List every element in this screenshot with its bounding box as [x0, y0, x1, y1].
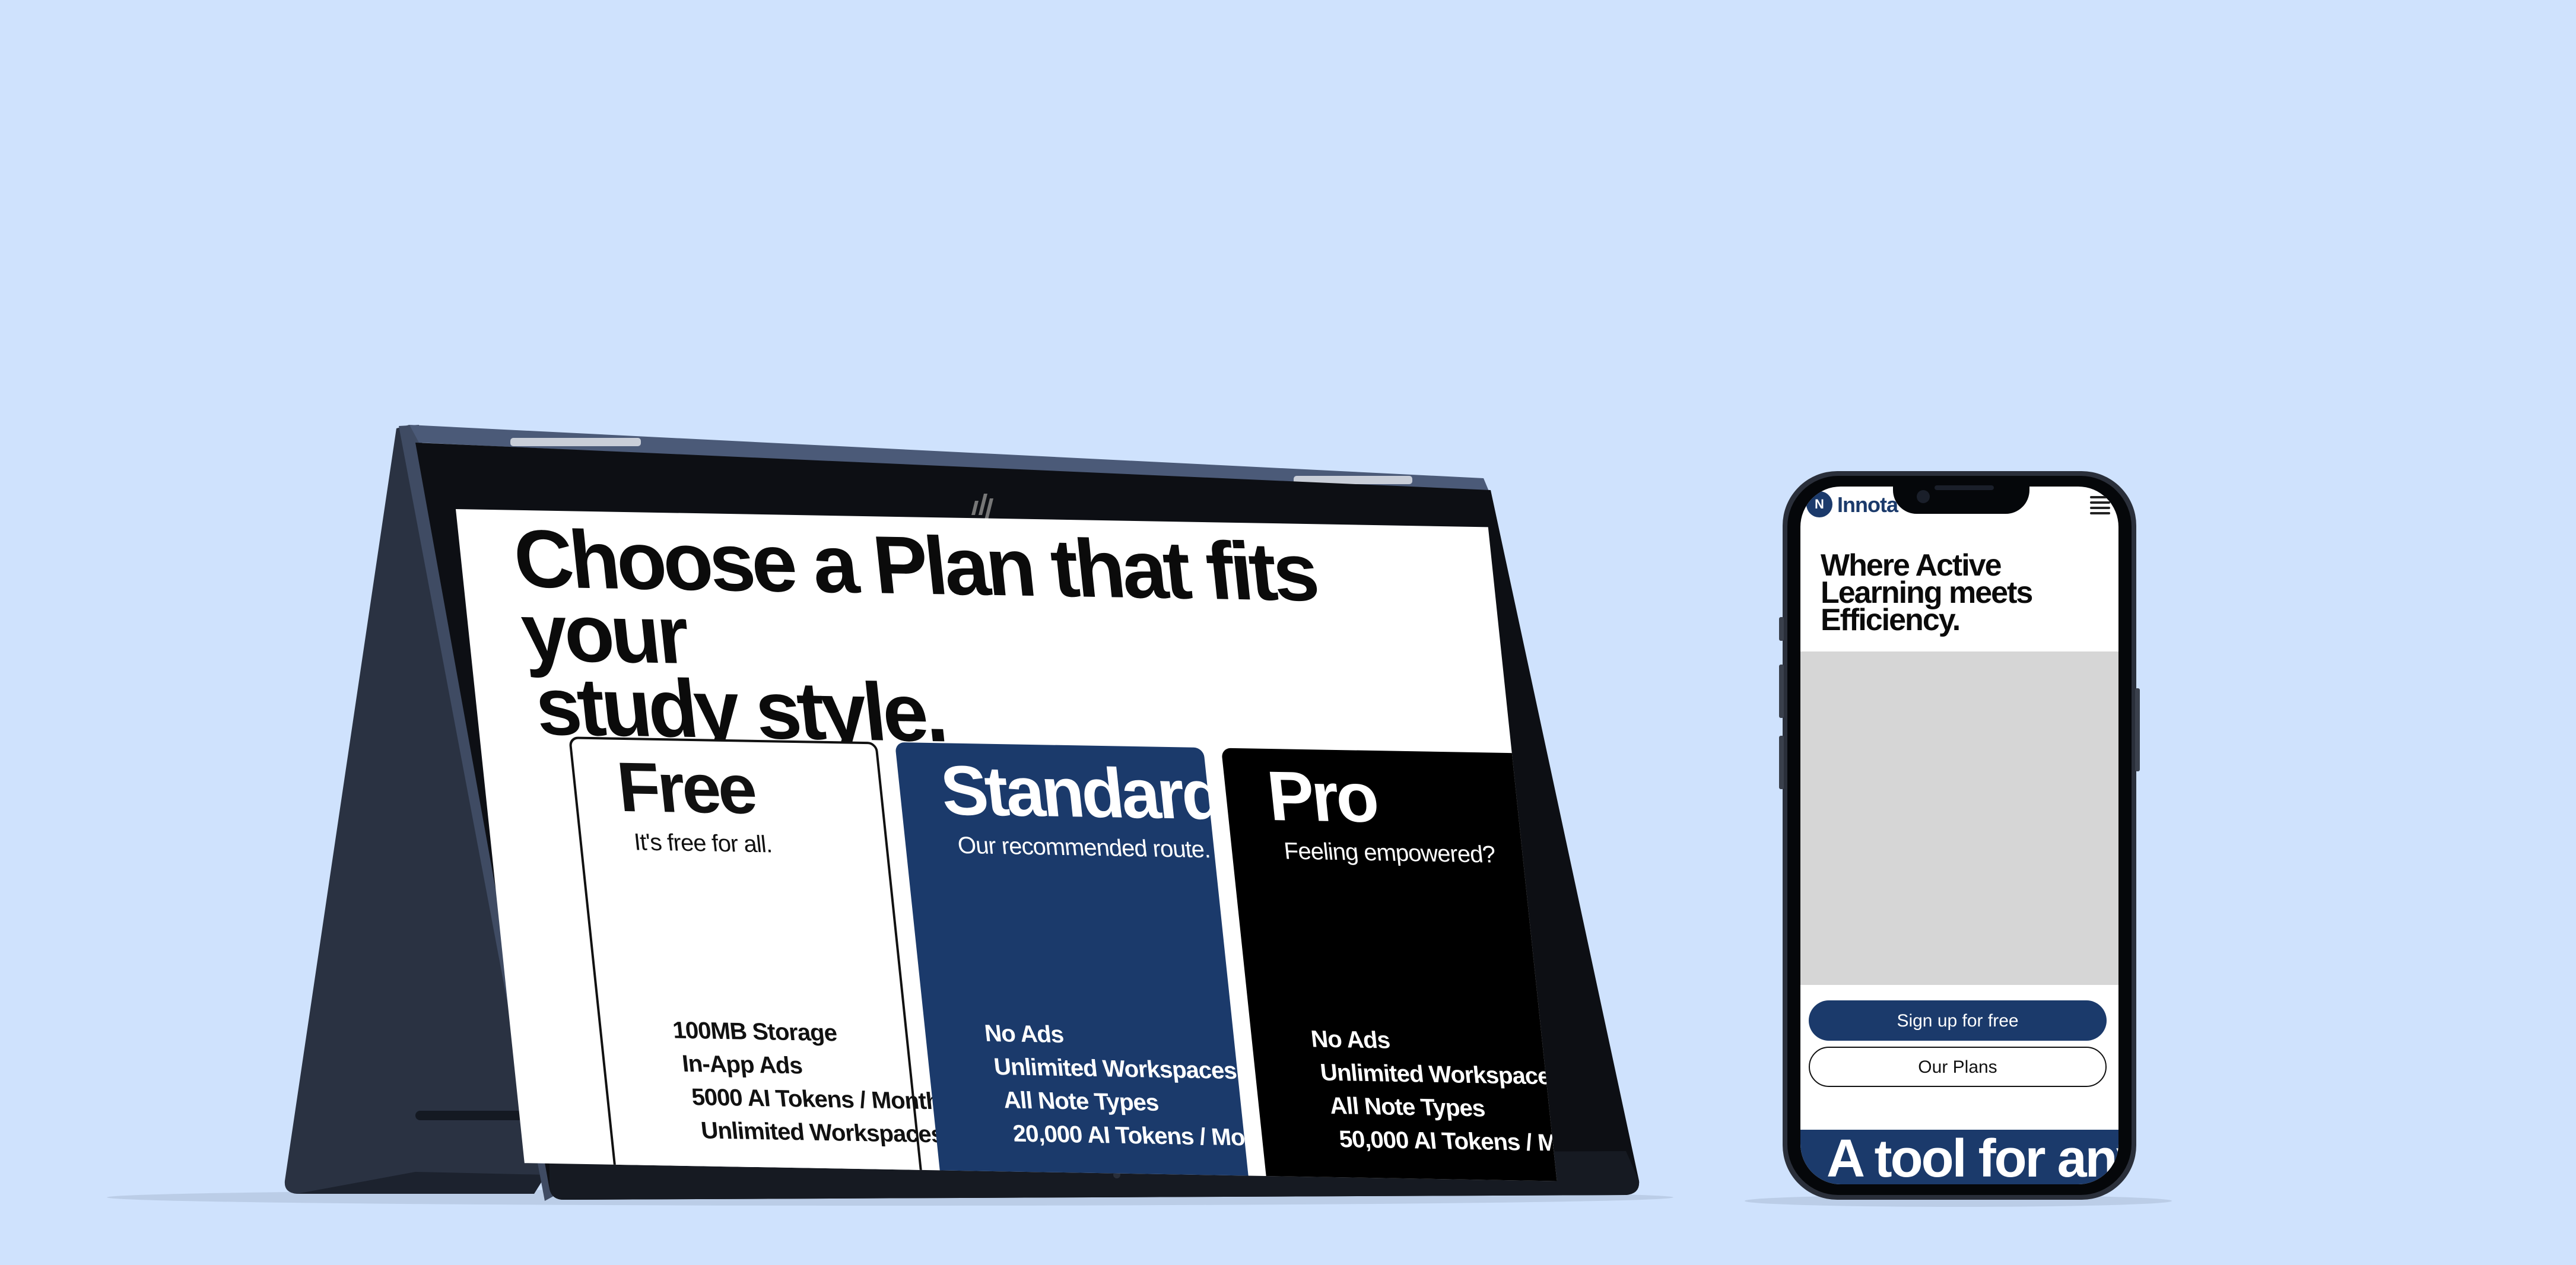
- sign-up-button[interactable]: Sign up for free: [1809, 1000, 2107, 1041]
- plan-card-pro[interactable]: Pro Feeling empowered? No Ads Unlimited …: [1221, 748, 1557, 1181]
- feature-item: 20,000 AI Tokens / Month: [1011, 1120, 1281, 1152]
- phone-side-button: [2135, 688, 2140, 771]
- hamburger-menu-icon[interactable]: [2090, 496, 2110, 514]
- plan-name: Free: [613, 748, 758, 829]
- plan-subtitle: It's free for all.: [633, 829, 773, 858]
- hero-image-placeholder: [1800, 651, 2118, 985]
- feature-band: A tool for any: [1800, 1129, 2118, 1184]
- feature-item: 100MB Storage: [671, 1017, 838, 1047]
- phone-notch: [1893, 481, 2029, 514]
- page-headline: Choose a Plan that fits your study style…: [510, 513, 1483, 760]
- our-plans-button[interactable]: Our Plans: [1809, 1047, 2107, 1087]
- plan-features: No Ads Unlimited Workspaces All Note Typ…: [1309, 1022, 1557, 1161]
- plan-features: No Ads Unlimited Workspaces All Note Typ…: [983, 1017, 1281, 1155]
- phone-side-button: [1779, 665, 1784, 718]
- hero-heading: Where Active Learning meets Efficiency.: [1821, 548, 2033, 637]
- feature-item: All Note Types: [1002, 1087, 1160, 1116]
- phone-side-button: [1779, 617, 1784, 641]
- band-heading: A tool for any: [1827, 1129, 2118, 1184]
- feature-item: No Ads: [983, 1020, 1065, 1048]
- plan-subtitle: Feeling empowered?: [1282, 838, 1497, 868]
- feature-item: Unlimited Workspaces: [1319, 1059, 1557, 1090]
- brand-logo-icon[interactable]: N: [1806, 491, 1832, 517]
- plan-subtitle: Our recommended route.: [956, 832, 1212, 863]
- feature-item: 5000 AI Tokens / Month: [690, 1084, 941, 1115]
- feature-item: 50,000 AI Tokens / Month: [1338, 1126, 1557, 1158]
- plan-card-free[interactable]: Free It's free for all. 100MB Storage In…: [568, 736, 945, 1181]
- feature-item: Unlimited Workspaces: [700, 1117, 945, 1148]
- brand-name[interactable]: Innota: [1837, 492, 1898, 517]
- laptop-screen: Choose a Plan that fits your study style…: [456, 509, 1557, 1181]
- feature-item: Unlimited Workspaces: [992, 1053, 1238, 1085]
- camera-icon: [1917, 490, 1930, 503]
- plan-card-standard[interactable]: Standard Our recommended route. No Ads U…: [894, 742, 1281, 1181]
- headline-line-1: Choose a Plan that fits your: [509, 513, 1320, 681]
- phone-side-button: [1779, 736, 1784, 789]
- plan-name: Pro: [1263, 757, 1380, 838]
- speaker-grille: [1935, 485, 1994, 490]
- feature-item: All Note Types: [1328, 1092, 1486, 1122]
- plan-name: Standard: [937, 751, 1225, 835]
- feature-item: In-App Ads: [681, 1050, 803, 1079]
- mockup-scene: Choose a Plan that fits your study style…: [0, 0, 2576, 1265]
- phone-screen: N Innota Where Active Learning meets Eff…: [1800, 487, 2118, 1184]
- plan-features: 100MB Storage In-App Ads 5000 AI Tokens …: [671, 1013, 945, 1151]
- feature-item: No Ads: [1309, 1026, 1392, 1054]
